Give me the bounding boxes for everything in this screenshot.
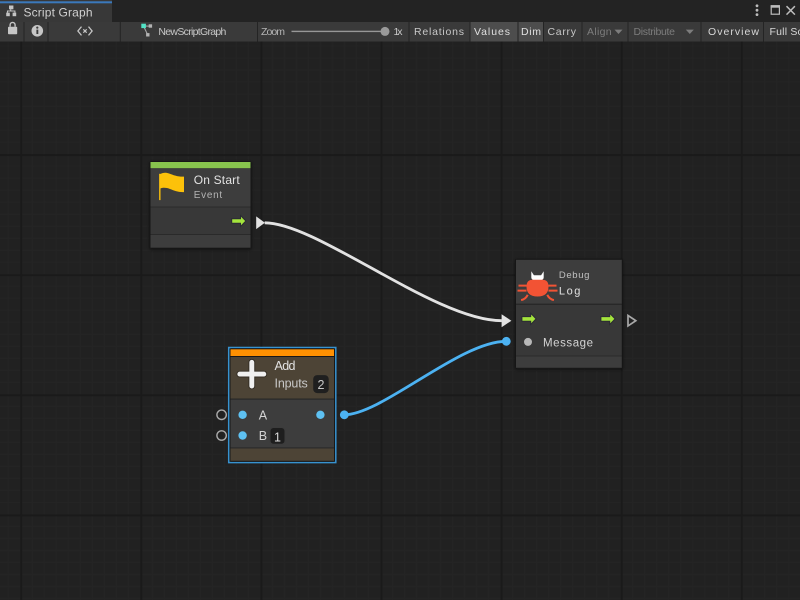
svg-text:Carry: Carry	[548, 26, 577, 38]
svg-text:Dim: Dim	[521, 26, 541, 38]
svg-text:Zoom: Zoom	[261, 26, 285, 38]
svg-text:Script Graph: Script Graph	[24, 5, 93, 19]
svg-text:1x: 1x	[394, 26, 404, 38]
svg-text:Log: Log	[559, 286, 581, 298]
svg-text:Align: Align	[587, 26, 612, 38]
svg-text:On Start: On Start	[194, 173, 241, 187]
svg-text:Overview: Overview	[708, 26, 759, 38]
svg-text:Debug: Debug	[559, 270, 590, 281]
svg-text:B: B	[259, 429, 267, 443]
svg-text:1: 1	[274, 430, 281, 444]
svg-text:Message: Message	[543, 337, 593, 349]
svg-text:A: A	[259, 408, 268, 422]
svg-text:2: 2	[318, 378, 325, 392]
svg-text:Full Scr: Full Scr	[770, 26, 800, 38]
svg-text:Relations: Relations	[414, 26, 464, 38]
svg-text:Event: Event	[194, 190, 223, 201]
svg-text:Add: Add	[275, 359, 296, 373]
svg-text:NewScriptGraph: NewScriptGraph	[158, 26, 226, 38]
svg-text:Inputs: Inputs	[275, 377, 308, 391]
svg-text:Distribute: Distribute	[634, 26, 676, 38]
svg-text:Values: Values	[474, 26, 510, 38]
